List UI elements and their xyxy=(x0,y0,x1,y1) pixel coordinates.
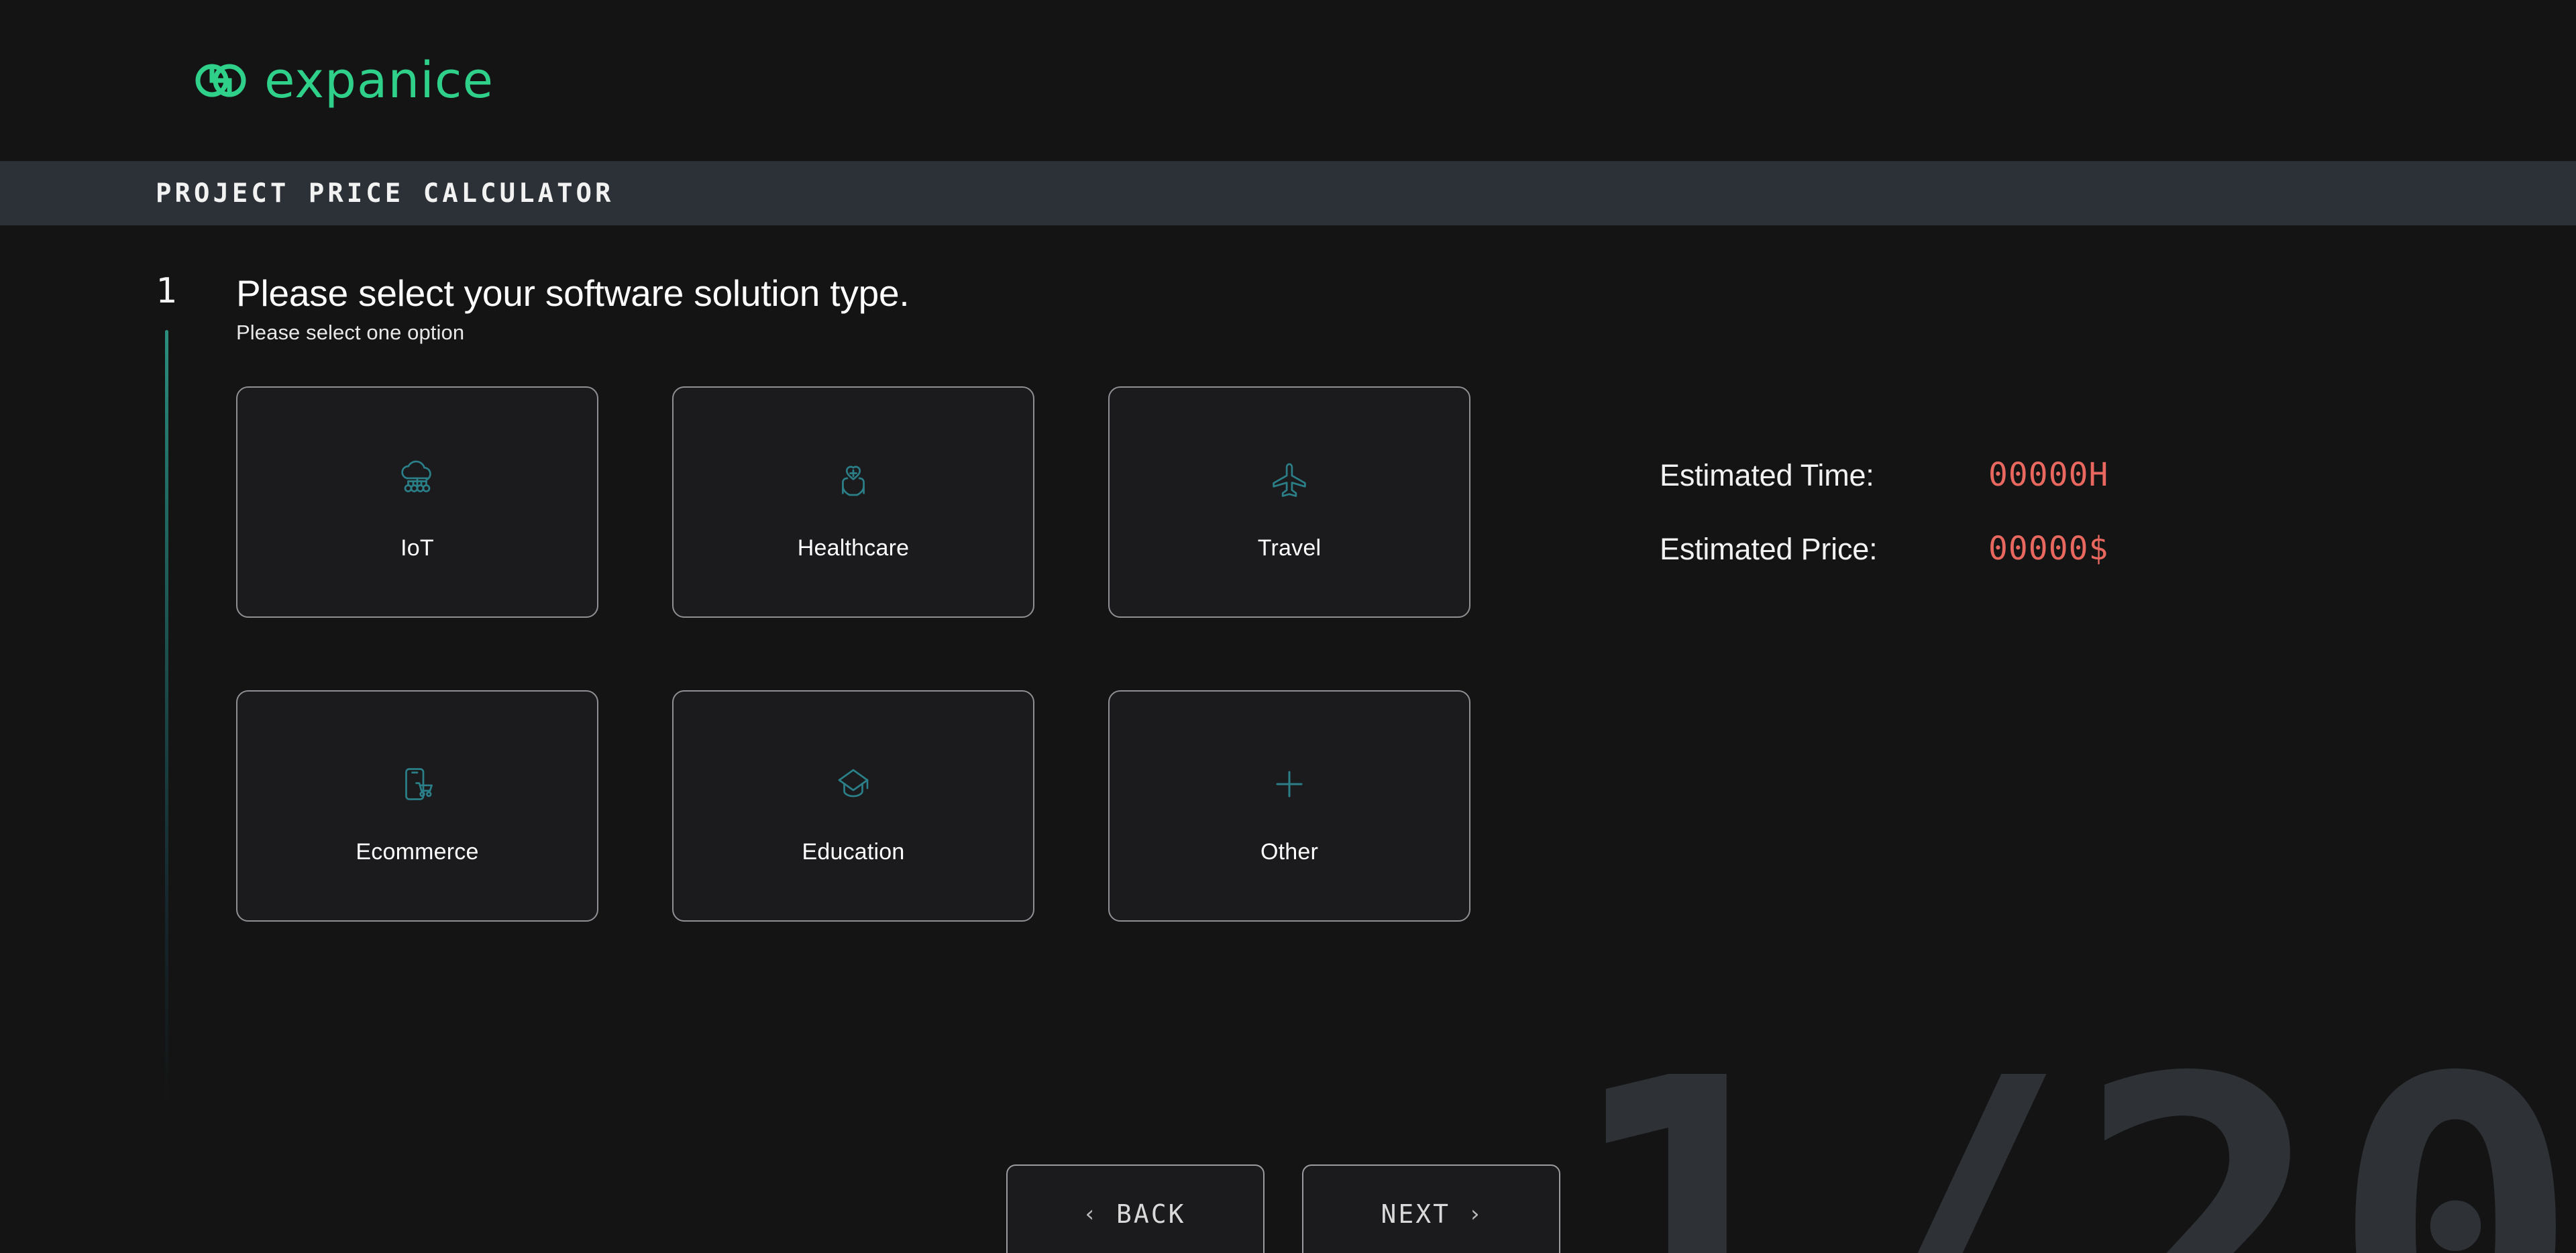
estimated-price-label: Estimated Price: xyxy=(1660,532,1878,567)
next-button[interactable]: NEXT › xyxy=(1302,1164,1560,1253)
step-body: Please select your software solution typ… xyxy=(236,274,2576,1108)
app-header: expanice xyxy=(0,0,2576,161)
step-connector-line xyxy=(165,330,168,1108)
option-grid: IoT Healthcare Travel Ecommerce Educatio… xyxy=(236,386,1470,922)
question-hint: Please select one option xyxy=(236,321,465,345)
option-label: Travel xyxy=(1257,535,1322,561)
brand-name: expanice xyxy=(264,52,494,109)
option-card-education[interactable]: Education xyxy=(672,690,1034,922)
option-label: Education xyxy=(802,839,905,865)
option-card-iot[interactable]: IoT xyxy=(236,386,598,618)
option-card-ecommerce[interactable]: Ecommerce xyxy=(236,690,598,922)
main-content: 1/20 1 Please select your software solut… xyxy=(0,225,2576,1253)
option-card-healthcare[interactable]: Healthcare xyxy=(672,386,1034,618)
estimated-time-row: Estimated Time: 00000H xyxy=(1660,456,2108,494)
estimated-time-value: 00000H xyxy=(1988,456,2109,494)
option-card-other[interactable]: Other xyxy=(1108,690,1470,922)
page-title: PROJECT PRICE CALCULATOR xyxy=(156,178,614,209)
step-number: 1 xyxy=(156,271,177,311)
airplane-icon xyxy=(1265,449,1313,511)
step-block: 1 Please select your software solution t… xyxy=(0,225,2576,1108)
estimated-price-value: 00000$ xyxy=(1988,530,2109,568)
option-label: IoT xyxy=(400,535,434,561)
cloud-network-icon xyxy=(393,449,441,511)
wizard-navigation: ‹ BACK NEXT › xyxy=(1006,1164,1560,1253)
estimated-time-label: Estimated Time: xyxy=(1660,458,1874,493)
option-card-travel[interactable]: Travel xyxy=(1108,386,1470,618)
option-label: Healthcare xyxy=(797,535,910,561)
interlocking-rings-logo-icon xyxy=(195,64,246,97)
mobile-cart-icon xyxy=(393,753,441,815)
option-label: Other xyxy=(1260,839,1319,865)
back-button-label: BACK xyxy=(1116,1199,1186,1229)
chevron-left-icon: ‹ xyxy=(1085,1201,1097,1228)
step-gutter: 1 xyxy=(153,274,236,1108)
options-and-estimates-row: IoT Healthcare Travel Ecommerce Educatio… xyxy=(236,386,2576,922)
question-title: Please select your software solution typ… xyxy=(236,272,910,314)
option-label: Ecommerce xyxy=(356,839,479,865)
plus-icon xyxy=(1265,753,1313,815)
hands-heart-cross-icon xyxy=(829,449,877,511)
estimates-panel: Estimated Time: 00000H Estimated Price: … xyxy=(1660,386,2108,922)
graduation-cap-icon xyxy=(829,753,877,815)
brand-logo[interactable]: expanice xyxy=(195,52,494,109)
subheader-bar: PROJECT PRICE CALCULATOR xyxy=(0,161,2576,225)
estimated-price-row: Estimated Price: 00000$ xyxy=(1660,530,2108,567)
next-button-label: NEXT xyxy=(1381,1199,1450,1229)
chevron-right-icon: › xyxy=(1470,1201,1482,1228)
back-button[interactable]: ‹ BACK xyxy=(1006,1164,1265,1253)
